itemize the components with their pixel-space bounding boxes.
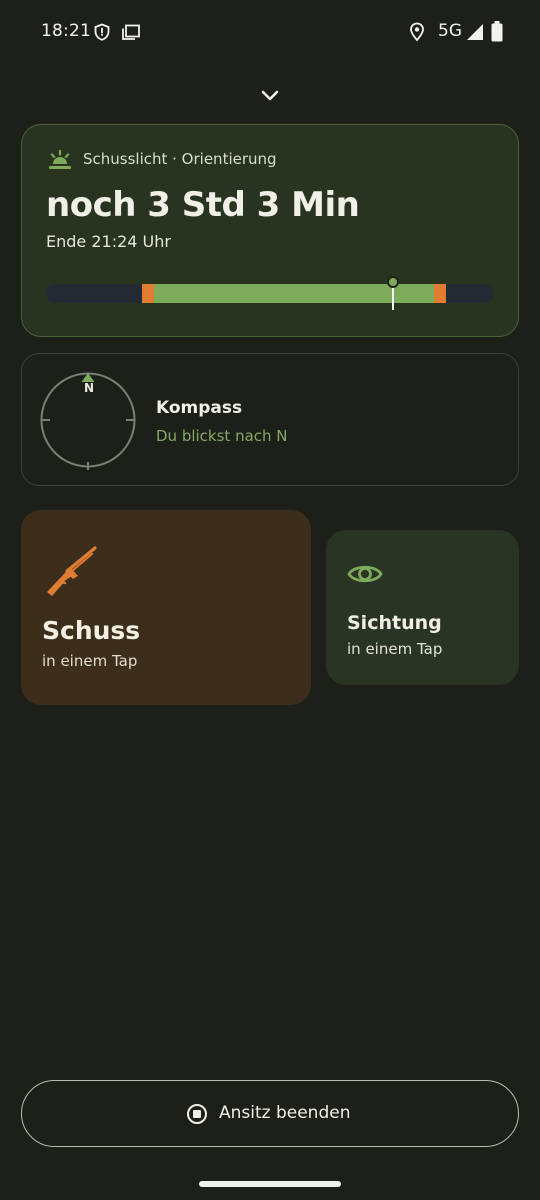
- chevron-down-icon[interactable]: [258, 86, 282, 106]
- home-indicator[interactable]: [199, 1181, 341, 1187]
- compass-card[interactable]: N Kompass Du blickst nach N: [21, 353, 519, 486]
- sighting-subtitle: in einem Tap: [347, 640, 443, 658]
- battery-icon: [491, 21, 503, 42]
- sighting-button[interactable]: Sichtung in einem Tap: [326, 530, 519, 685]
- eye-icon: [347, 565, 383, 583]
- stop-icon: [187, 1104, 207, 1124]
- end-time: Ende 21:24 Uhr: [46, 232, 171, 251]
- compass-title: Kompass: [156, 398, 243, 418]
- location-icon: [410, 22, 424, 42]
- shot-button[interactable]: Schuss in einem Tap: [21, 510, 311, 705]
- sighting-title: Sichtung: [347, 612, 442, 634]
- timeline-twilight-end: [434, 284, 446, 303]
- remaining-time: noch 3 Std 3 Min: [46, 185, 360, 225]
- end-session-label: Ansitz beenden: [219, 1103, 351, 1123]
- shield-icon: [94, 23, 110, 41]
- shooting-light-timeline: [46, 276, 494, 310]
- end-session-button[interactable]: Ansitz beenden: [21, 1080, 519, 1147]
- timeline-track: [46, 284, 494, 303]
- compass-heading: Du blickst nach N: [156, 427, 288, 445]
- sunrise-icon: [49, 150, 71, 169]
- shooting-light-subtitle: Schusslicht · Orientierung: [83, 150, 277, 168]
- shot-subtitle: in einem Tap: [42, 652, 138, 670]
- status-time: 18:21: [41, 21, 91, 41]
- shooting-light-card[interactable]: Schusslicht · Orientierung noch 3 Std 3 …: [21, 124, 519, 337]
- compass-north-label: N: [83, 381, 95, 395]
- status-bar: 18:21 5G: [0, 0, 540, 64]
- network-label: 5G: [438, 21, 462, 41]
- shot-title: Schuss: [42, 616, 141, 645]
- signal-icon: [467, 24, 483, 40]
- cast-icon: [122, 24, 140, 40]
- timeline-now-dot: [387, 276, 399, 288]
- timeline-twilight-start: [142, 284, 154, 303]
- rifle-icon: [47, 546, 97, 596]
